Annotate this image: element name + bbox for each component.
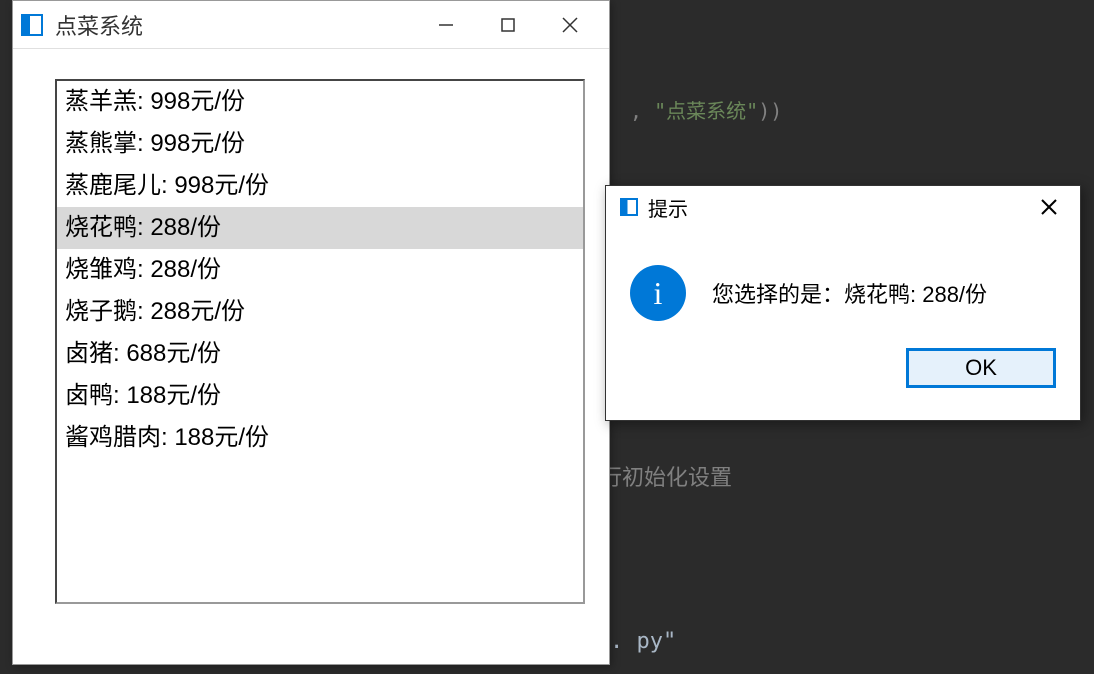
list-item[interactable]: 烧雏鸡: 288/份 [57,249,583,291]
background-code-snippet-1: , "点菜系统")) [630,95,782,124]
close-icon [1040,198,1058,216]
list-item[interactable]: 蒸鹿尾儿: 998元/份 [57,165,583,207]
dialog-footer: OK [606,348,1080,404]
window-title: 点菜系统 [55,9,415,41]
maximize-button[interactable] [477,5,539,45]
list-item[interactable]: 卤猪: 688元/份 [57,333,583,375]
main-titlebar: 点菜系统 [13,1,609,49]
dialog-app-icon [620,198,638,216]
dialog-close-button[interactable] [1028,191,1070,223]
list-item[interactable]: 卤鸭: 188元/份 [57,375,583,417]
dialog-message: 您选择的是：烧花鸭: 288/份 [712,277,987,309]
maximize-icon [499,16,517,34]
list-item[interactable]: 蒸熊掌: 998元/份 [57,123,583,165]
main-window: 点菜系统 蒸羊羔: 998元/份蒸熊掌: 998元/份蒸鹿尾儿: 998元/份烧… [12,0,610,665]
info-icon: i [630,265,686,321]
list-item[interactable]: 蒸羊羔: 998元/份 [57,81,583,123]
dialog-titlebar: 提示 [606,186,1080,228]
close-icon [560,15,580,35]
app-icon [21,14,43,36]
window-controls [415,5,601,45]
code-prefix: , [630,99,654,123]
list-item[interactable]: 烧子鹅: 288元/份 [57,291,583,333]
menu-listbox[interactable]: 蒸羊羔: 998元/份蒸熊掌: 998元/份蒸鹿尾儿: 998元/份烧花鸭: 2… [55,79,585,604]
code-string: "点菜系统" [654,99,758,123]
message-dialog: 提示 i 您选择的是：烧花鸭: 288/份 OK [605,185,1081,421]
minimize-icon [437,16,455,34]
dialog-title: 提示 [648,193,1028,222]
background-code-snippet-2: 行初始化设置 [600,460,732,492]
ok-button[interactable]: OK [906,348,1056,388]
dialog-body: i 您选择的是：烧花鸭: 288/份 [606,228,1080,348]
close-button[interactable] [539,5,601,45]
code-suffix: )) [758,99,782,123]
minimize-button[interactable] [415,5,477,45]
background-code-snippet-3: . py" [610,629,676,654]
list-item[interactable]: 酱鸡腊肉: 188元/份 [57,417,583,459]
list-item[interactable]: 烧花鸭: 288/份 [57,207,583,249]
